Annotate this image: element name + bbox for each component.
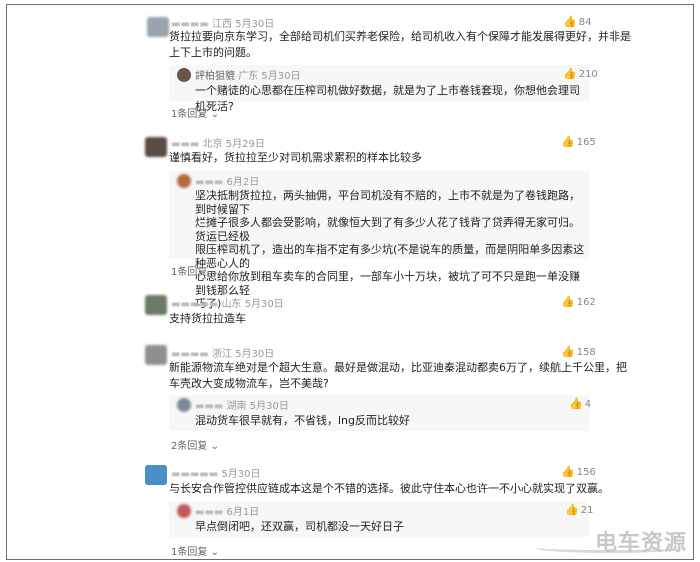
avatar[interactable] [145,137,167,157]
like-count: 84 [578,17,592,28]
thumbs-up-icon: 👍 [563,15,577,28]
reply-meta: ▬▬▬ 6月2日 [195,173,259,188]
expand-replies-button[interactable]: 1条回复 ⌄ [171,543,219,558]
like-button[interactable]: 👍 165 [561,135,596,148]
date: 5月30日 [249,401,289,412]
thumbs-up-icon: 👍 [561,135,575,148]
like-button[interactable]: 👍 210 [563,67,598,80]
reply-text: 混动货车很早就有，不省钱，lng反而比较好 [195,414,411,427]
chevron-down-icon: ⌄ [210,547,219,558]
comment-meta: ▬▬▬▬ 江西 5月30日 [171,15,274,30]
comment-text-line: 货拉拉要向京东学习，全部给司机们买养老保险，给司机收入有个保障才能发展得更好，并… [169,30,631,43]
expand-replies-button[interactable]: 2条回复 ⌄ [171,437,219,452]
like-button[interactable]: 👍 158 [561,345,596,358]
chevron-down-icon: ⌄ [210,109,219,120]
location: 广东 [238,71,259,82]
username[interactable]: 評柏狙貔 [195,71,235,82]
reply-meta: ▬▬▬ 6月1日 [195,503,259,518]
reply-text: 一个赌徒的心思都在压榨司机做好数据，就是为了上市卷钱套现，你想他会理司机死活? [195,84,580,113]
avatar[interactable] [177,398,191,412]
thumbs-up-icon: 👍 [569,397,583,410]
like-count: 21 [580,505,594,516]
date: 5月30日 [221,469,261,480]
comment-meta: ▬▬▬▬ 浙江 5月30日 [171,345,274,360]
like-button[interactable]: 👍 84 [563,15,591,28]
avatar[interactable] [177,174,191,188]
like-count: 158 [576,347,596,358]
reply: ▬▬▬ 6月2日 坚决抵制货拉拉，两头抽佣，平台司机没有不赔的，上市不就是为了卷… [169,171,589,310]
avatar[interactable] [177,504,191,518]
like-count: 162 [576,297,596,308]
username[interactable]: ▬▬▬▬▬ [171,469,218,480]
reply-meta: ▬▬▬ 湖南 5月30日 [195,397,289,412]
avatar[interactable] [145,465,167,485]
reply: 評柏狙貔 广东 5月30日 👍 210 一个赌徒的心思都在压榨司机做好数据，就是为… [169,65,598,113]
comment-panel: ▬▬▬▬ 江西 5月30日 👍 84 货拉拉要向京东学习，全部给司机们买养老保险，… [6,4,694,560]
reply-text: 早点倒闭吧，还双赢，司机都没一天好日子 [195,520,404,533]
location: 北京 [202,139,223,150]
date: 5月30日 [244,299,284,310]
expand-replies-button[interactable]: 1条回复 ⌄ [171,105,219,120]
username[interactable]: ▬▬▬ [195,507,223,518]
username[interactable]: ▬▬▬ [195,177,223,188]
reply-text-line: 心思给你放到租车卖车的合同里，一部车小十万块，被坑了可不只是跑一单没赚到钱那么轻 [195,270,580,297]
like-button[interactable]: 👍 162 [561,295,596,308]
thumbs-up-icon: 👍 [561,345,575,358]
reply-text: 坚决抵制货拉拉，两头抽佣，平台司机没有不赔的，上市不就是为了卷钱跑路，到时候留下… [195,189,589,311]
username[interactable]: ▬▬▬ [195,401,223,412]
like-button[interactable]: 👍 156 [561,465,596,478]
thumbs-up-icon: 👍 [561,465,575,478]
like-count: 156 [576,467,596,478]
thumbs-up-icon: 👍 [563,67,577,80]
watermark-logo: 电车资源 [594,531,687,556]
reply: ▬▬▬ 6月1日 👍 21 早点倒闭吧，还双赢，司机都没一天好日子 [169,501,593,537]
chevron-down-icon: ⌄ [210,441,219,452]
reply-meta: 評柏狙貔 广东 5月30日 [195,67,300,82]
thumbs-up-icon: 👍 [561,295,575,308]
comment-text: 新能源物流车绝对是个超大生意。最好是做混动，比亚迪秦混动都卖6万了，续航上千公里… [169,360,627,392]
thumbs-up-icon: 👍 [565,503,579,516]
comment-meta: ▬▬▬▬▬ 5月30日 [171,465,261,480]
comment-text: 支持货拉拉造车 [169,312,246,325]
avatar[interactable] [177,68,191,82]
date: 6月1日 [226,507,260,518]
reply: ▬▬▬ 湖南 5月30日 👍 4 混动货车很早就有，不省钱，lng反而比较好 [169,395,591,431]
chevron-down-icon: ⌄ [210,267,219,278]
comment-text: 货拉拉要向京东学习，全部给司机们买养老保险，给司机收入有个保障才能发展得更好，并… [169,29,631,61]
comment-text-line: 上下上市的问题。 [169,46,257,59]
date: 5月29日 [225,139,265,150]
like-button[interactable]: 👍 21 [565,503,593,516]
location: 浙江 [211,349,232,360]
location: 湖南 [226,401,247,412]
reply-text-line: 坚决抵制货拉拉，两头抽佣，平台司机没有不赔的，上市不就是为了卷钱跑路，到时候留下 [195,189,580,216]
username[interactable]: ▬▬▬▬▬ [171,299,218,310]
comment-text-line: 车壳改大变成物流车，岂不美哉? [169,377,329,390]
date: 5月30日 [261,71,301,82]
reply-text-line: 限压榨司机了，造出的车指不定有多少坑(不是说车的质量，而是阴阳单多因素这种恶心人… [195,243,585,270]
location: 山东 [221,299,242,310]
username[interactable]: ▬▬▬▬ [171,349,209,360]
avatar[interactable] [145,295,167,315]
like-count: 165 [576,137,596,148]
date: 5月30日 [235,349,275,360]
date: 6月2日 [226,177,260,188]
comment-text: 谨慎看好，货拉拉至少对司机需求累积的样本比较多 [169,151,422,164]
comment-text-line: 新能源物流车绝对是个超大生意。最好是做混动，比亚迪秦混动都卖6万了，续航上千公里… [169,361,627,374]
avatar[interactable] [147,17,169,37]
comment-text: 与长安合作管控供应链成本这是个不错的选择。彼此守住本心也许一不小心就实现了双赢。 [169,482,609,495]
reply-text-line: 烂摊子很多人都会受影响，就像恒大到了有多少人花了钱背了贷弄得无家可归。货运已经极 [195,216,580,243]
like-count: 4 [584,399,592,410]
comment-meta: ▬▬▬ 北京 5月29日 [171,135,265,150]
like-count: 210 [578,69,598,80]
avatar[interactable] [145,345,167,365]
username[interactable]: ▬▬▬ [171,139,199,150]
like-button[interactable]: 👍 4 [569,397,591,410]
expand-replies-button[interactable]: 1条回复 ⌄ [171,263,219,278]
comment-meta: ▬▬▬▬▬ 山东 5月30日 [171,295,284,310]
